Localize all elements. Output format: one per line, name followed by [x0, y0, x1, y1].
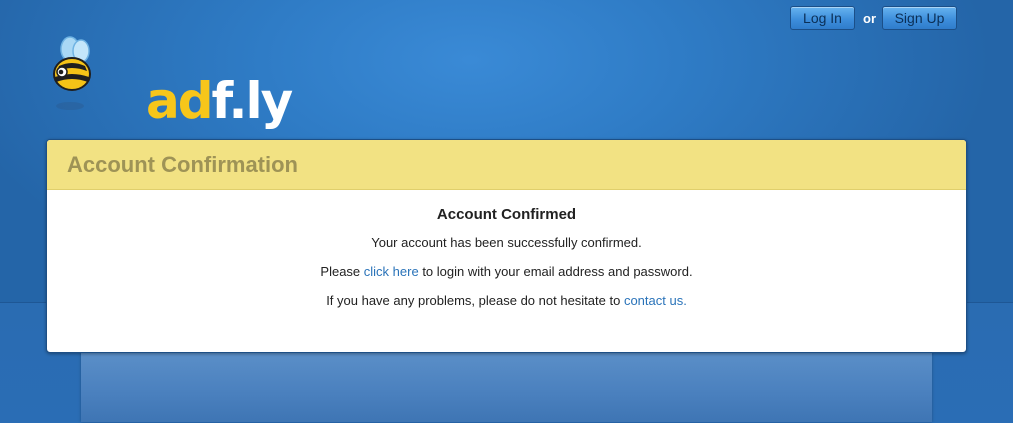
auth-buttons: Log In or Sign Up — [790, 6, 957, 30]
or-separator: or — [863, 10, 876, 26]
confirmation-message: Your account has been successfully confi… — [371, 235, 642, 250]
card-header: Account Confirmation — [47, 140, 966, 190]
card-body: Account Confirmed Your account has been … — [47, 190, 966, 309]
support-message: If you have any problems, please do not … — [47, 293, 966, 309]
login-instruction-suffix: to login with your email address and pas… — [418, 264, 693, 279]
contact-us-link[interactable]: contact us. — [624, 293, 687, 308]
logo-text-fly: f.ly — [211, 72, 294, 130]
logo-text-ad: ad — [146, 72, 214, 130]
page-title: Account Confirmation — [67, 152, 298, 177]
adfly-logo[interactable]: adf.ly — [50, 36, 293, 126]
signup-button[interactable]: Sign Up — [882, 6, 957, 30]
login-instruction: Please click here to login with your ema… — [47, 264, 966, 280]
confirmed-heading: Account Confirmed — [436, 206, 577, 223]
background-panel — [81, 352, 932, 422]
logo-text: adf.ly — [146, 76, 293, 126]
bee-icon — [53, 36, 91, 110]
support-message-prefix: If you have any problems, please do not … — [326, 293, 624, 308]
confirmation-card: Account Confirmation Account Confirmed Y… — [46, 139, 967, 353]
click-here-link[interactable]: click here — [364, 264, 419, 279]
login-button[interactable]: Log In — [790, 6, 855, 30]
login-instruction-prefix: Please — [320, 264, 364, 279]
